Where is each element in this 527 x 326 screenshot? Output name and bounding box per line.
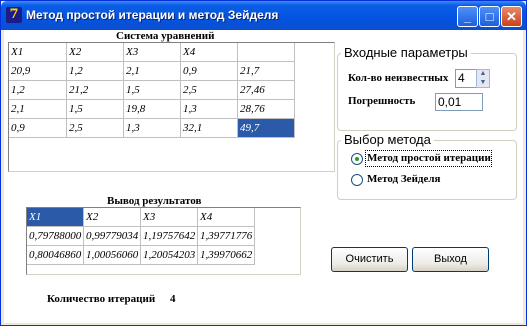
exit-button[interactable]: Выход <box>412 247 489 272</box>
table-cell[interactable]: 19,8 <box>124 100 181 119</box>
table-cell[interactable]: 1,3 <box>181 100 238 119</box>
method-simple-iteration-label[interactable]: Метод простой итерации <box>367 152 491 164</box>
table-cell[interactable]: 1,39970662 <box>198 246 255 265</box>
table-cell[interactable]: 1,2 <box>9 81 67 100</box>
results-grid[interactable]: X1 X2 X3 X4 0,79788000 0,99779034 1,1975… <box>26 207 301 275</box>
radio-selected-dot <box>355 157 359 161</box>
table-cell[interactable]: 28,76 <box>238 100 295 119</box>
method-seidel-radio[interactable] <box>351 174 363 186</box>
table-cell[interactable]: 1,5 <box>124 81 181 100</box>
form-client-area: Система уравнений X1 X2 X3 X4 20,9 1,2 2… <box>4 30 523 323</box>
table-cell[interactable]: 1,3 <box>124 119 181 138</box>
table-header-cell[interactable]: X4 <box>181 43 238 62</box>
table-header-cell[interactable]: X2 <box>67 43 124 62</box>
minimize-button[interactable]: _ <box>457 6 478 27</box>
table-cell[interactable]: 2,1 <box>124 62 181 81</box>
table-cell[interactable]: 0,80046860 <box>27 246 84 265</box>
input-parameters-legend: Входные параметры <box>341 45 471 60</box>
precision-input[interactable]: 0,01 <box>435 93 483 111</box>
table-cell[interactable]: 0,9 <box>9 119 67 138</box>
table-cell[interactable]: 0,99779034 <box>84 227 141 246</box>
delphi-app-icon: 7 <box>6 7 22 23</box>
unknowns-count-stepper[interactable]: ▲ ▼ <box>476 69 490 88</box>
table-header-cell[interactable]: X3 <box>124 43 181 62</box>
table-header-cell[interactable]: X2 <box>84 208 141 227</box>
spin-up-icon[interactable]: ▲ <box>477 70 489 78</box>
title-bar[interactable]: 7 Метод простой итерации и метод Зейделя… <box>1 1 526 30</box>
table-cell[interactable]: 2,5 <box>67 119 124 138</box>
table-cell[interactable]: 2,1 <box>9 100 67 119</box>
window-title: Метод простой итерации и метод Зейделя <box>26 8 279 22</box>
main-window: 7 Метод простой итерации и метод Зейделя… <box>0 0 527 326</box>
table-header-cell[interactable]: X1 <box>9 43 67 62</box>
table-cell[interactable]: 32,1 <box>181 119 238 138</box>
table-cell[interactable]: 1,00056060 <box>84 246 141 265</box>
close-button[interactable]: ✕ <box>501 6 522 27</box>
maximize-button[interactable]: □ <box>479 6 500 27</box>
results-label: Вывод результатов <box>107 195 202 207</box>
table-header-cell[interactable]: X4 <box>198 208 255 227</box>
system-label: Система уравнений <box>116 30 215 42</box>
selected-table-header-cell[interactable]: X1 <box>27 208 84 227</box>
table-cell[interactable]: 0,79788000 <box>27 227 84 246</box>
table-cell[interactable]: 0,9 <box>181 62 238 81</box>
iterations-label: Количество итераций <box>47 293 156 305</box>
close-icon: ✕ <box>506 9 517 24</box>
table-cell[interactable]: 1,2 <box>67 62 124 81</box>
method-selection-legend: Выбор метода <box>341 132 434 147</box>
table-cell[interactable]: 27,46 <box>238 81 295 100</box>
method-selection-group <box>337 140 517 200</box>
table-cell[interactable]: 20,9 <box>9 62 67 81</box>
clear-button[interactable]: Очистить <box>331 247 408 272</box>
method-seidel-label[interactable]: Метод Зейделя <box>367 173 440 185</box>
input-parameters-group <box>337 53 517 131</box>
equation-system-grid[interactable]: X1 X2 X3 X4 20,9 1,2 2,1 0,9 21,7 1,2 21… <box>8 42 335 172</box>
spin-down-icon[interactable]: ▼ <box>477 79 489 87</box>
table-cell[interactable]: 2,5 <box>181 81 238 100</box>
selected-table-cell[interactable]: 49,7 <box>238 119 295 138</box>
table-cell[interactable]: 21,2 <box>67 81 124 100</box>
table-cell[interactable]: 1,5 <box>67 100 124 119</box>
unknowns-count-input[interactable]: 4 <box>455 69 477 88</box>
table-cell[interactable]: 1,20054203 <box>141 246 198 265</box>
maximize-icon: □ <box>485 9 494 24</box>
method-simple-iteration-radio[interactable] <box>351 153 363 165</box>
table-header-cell[interactable] <box>238 43 295 62</box>
precision-label: Погрешность <box>348 95 416 107</box>
minimize-icon: _ <box>463 9 472 24</box>
iterations-value: 4 <box>170 293 176 305</box>
table-cell[interactable]: 1,39771776 <box>198 227 255 246</box>
table-cell[interactable]: 1,19757642 <box>141 227 198 246</box>
table-cell[interactable]: 21,7 <box>238 62 295 81</box>
unknowns-count-label: Кол-во неизвестных <box>348 72 449 84</box>
table-header-cell[interactable]: X3 <box>141 208 198 227</box>
